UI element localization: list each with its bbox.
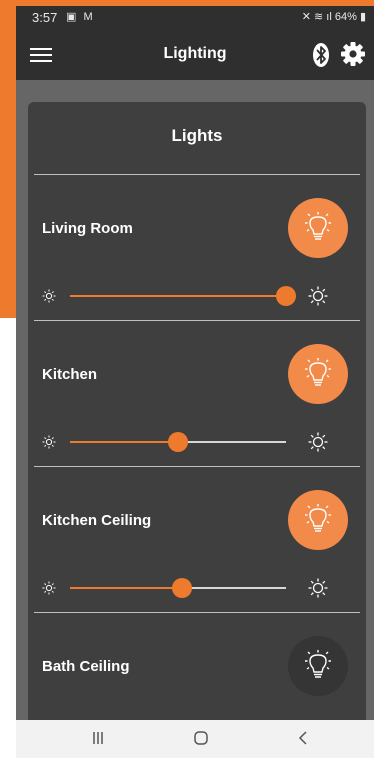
light-name: Kitchen Ceiling [42,512,152,529]
system-nav-bar [16,720,374,758]
sun-large-icon [308,286,328,306]
lightbulb-icon [305,212,331,240]
divider [34,174,360,175]
back-icon[interactable] [292,728,316,748]
card-title: Lights [171,126,223,145]
divider [34,320,360,321]
light-toggle-button[interactable] [288,636,348,696]
brightness-slider[interactable] [70,578,286,598]
brightness-slider-row [28,284,366,308]
light-toggle-button[interactable] [288,198,348,258]
slider-thumb[interactable] [276,286,296,306]
slider-fill [70,441,178,443]
sun-large-icon [308,432,328,452]
battery-icon: ▮ [356,11,366,23]
light-name: Kitchen [42,366,98,383]
brightness-slider-row [28,430,366,454]
divider [34,466,360,467]
lightbulb-icon [305,358,331,386]
signal-icons: ✕ ≋ ıl [301,11,335,23]
brightness-slider-row [28,576,366,600]
brightness-slider[interactable] [70,432,286,452]
slider-thumb[interactable] [172,578,193,598]
status-time: 3:57 [32,10,58,25]
status-bar: 3:57 ▣ M ✕ ≋ ıl 64% ▮ [16,6,374,30]
slider-fill [70,295,286,297]
bluetooth-icon[interactable] [312,42,330,68]
sun-small-icon [42,581,56,595]
home-icon[interactable] [189,728,213,748]
light-toggle-button[interactable] [288,490,348,550]
slider-fill [70,587,183,589]
orange-left-band [0,0,16,318]
sun-small-icon [42,435,56,449]
lightbulb-icon [305,650,331,678]
divider [34,612,360,613]
light-name: Living Room [42,220,133,237]
light-name: Bath Ceiling [42,658,130,675]
phone-screen: 3:57 ▣ M ✕ ≋ ıl 64% ▮ Lighting Lights Li… [16,6,374,758]
battery-percent: 64% [334,11,357,23]
gear-icon[interactable] [340,41,366,67]
status-right: ✕ ≋ ıl 64% ▮ [302,10,366,23]
recent-apps-icon[interactable] [86,728,110,748]
brightness-slider[interactable] [70,286,296,306]
lightbulb-icon [305,504,331,532]
sun-small-icon [42,289,56,303]
sun-large-icon [308,578,328,598]
notification-icons: ▣ M [66,11,95,23]
app-bar: Lighting [16,30,374,80]
light-toggle-button[interactable] [288,344,348,404]
lights-card: Lights Living Room Kitchen Kitchen Ceili… [28,102,366,742]
slider-thumb[interactable] [168,432,188,452]
